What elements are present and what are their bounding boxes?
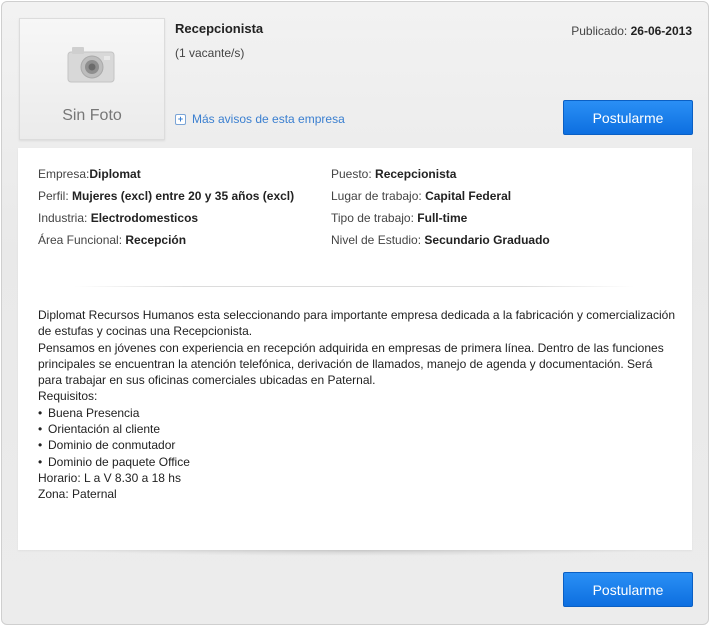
more-company-ads-link[interactable]: + Más avisos de esta empresa [175, 112, 345, 126]
attribute-label: Nivel de Estudio: [331, 233, 422, 247]
camera-icon [67, 47, 115, 83]
attribute-label: Área Funcional: [38, 233, 123, 247]
attribute-education-level: Nivel de Estudio: Secundario Graduado [331, 232, 550, 254]
attribute-label: Lugar de trabajo: [331, 189, 422, 203]
list-item: Dominio de conmutador [38, 437, 678, 454]
attribute-industry: Industria: Electrodomesticos [38, 210, 294, 232]
attribute-value: Full-time [417, 211, 468, 225]
description-paragraph: Diplomat Recursos Humanos esta seleccion… [38, 308, 675, 339]
panel-shadow [62, 550, 648, 556]
apply-button-bottom[interactable]: Postularme [563, 572, 693, 607]
attribute-label: Industria: [38, 211, 88, 225]
attribute-label: Empresa: [38, 167, 90, 181]
attribute-label: Tipo de trabajo: [331, 211, 414, 225]
attribute-value: Capital Federal [425, 189, 512, 203]
job-header: Sin Foto Recepcionista (1 vacante/s) Pub… [2, 2, 708, 147]
attribute-value: Recepción [125, 233, 187, 247]
vacancy-count: (1 vacante/s) [175, 46, 245, 60]
attribute-position: Puesto: Recepcionista [331, 166, 550, 188]
list-item: Dominio de paquete Office [38, 454, 678, 471]
attribute-value: Secundario Graduado [424, 233, 550, 247]
attribute-value: Electrodomesticos [90, 211, 199, 225]
attribute-value: Mujeres (excl) entre 20 y 35 años (excl) [72, 189, 295, 203]
attribute-workplace: Lugar de trabajo: Capital Federal [331, 188, 550, 210]
company-photo-placeholder: Sin Foto [19, 18, 165, 140]
apply-button-top[interactable]: Postularme [563, 100, 693, 135]
more-company-ads-label: Más avisos de esta empresa [192, 112, 345, 126]
attribute-value: Diplomat [89, 167, 141, 181]
list-item: Buena Presencia [38, 405, 678, 422]
published-label: Publicado: [571, 24, 628, 38]
attribute-label: Puesto: [331, 167, 372, 181]
attribute-company: Empresa:Diplomat [38, 166, 294, 188]
list-item: Orientación al cliente [38, 421, 678, 438]
attributes-right-column: Puesto: Recepcionista Lugar de trabajo: … [331, 166, 550, 254]
job-title: Recepcionista [175, 21, 264, 36]
job-details-panel: Empresa:Diplomat Perfil: Mujeres (excl) … [18, 148, 692, 550]
job-card: Sin Foto Recepcionista (1 vacante/s) Pub… [1, 1, 709, 625]
attribute-label: Perfil: [38, 189, 69, 203]
plus-icon: + [175, 113, 186, 125]
attributes-left-column: Empresa:Diplomat Perfil: Mujeres (excl) … [38, 166, 294, 254]
published-date-value: 26-06-2013 [630, 24, 692, 38]
requirements-title: Requisitos: [38, 389, 98, 404]
requirements-list: Buena Presencia Orientación al cliente D… [38, 405, 678, 470]
zone-text: Zona: Paternal [38, 487, 117, 502]
job-description: Diplomat Recursos Humanos esta seleccion… [38, 307, 678, 503]
published-date: Publicado: 26-06-2013 [571, 24, 692, 38]
section-divider [74, 286, 634, 287]
attribute-value: Recepcionista [375, 167, 457, 181]
no-photo-label: Sin Foto [62, 107, 122, 124]
description-paragraph: Pensamos en jóvenes con experiencia en r… [38, 340, 664, 388]
attribute-profile: Perfil: Mujeres (excl) entre 20 y 35 año… [38, 188, 294, 210]
attribute-job-type: Tipo de trabajo: Full-time [331, 210, 550, 232]
schedule-text: Horario: L a V 8.30 a 18 hs [38, 470, 181, 485]
attribute-functional-area: Área Funcional: Recepción [38, 232, 294, 254]
